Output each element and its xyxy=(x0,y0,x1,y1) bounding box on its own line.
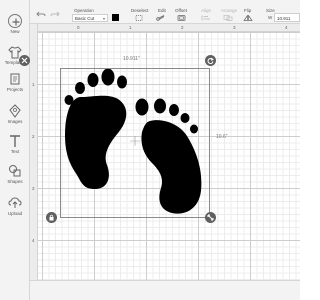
close-icon xyxy=(21,57,28,64)
ruler-tick: 2 xyxy=(181,25,184,30)
redo-icon[interactable] xyxy=(50,11,60,17)
ruler-tick: 2 xyxy=(32,134,35,139)
resize-icon xyxy=(207,214,214,221)
ruler-tick: 1 xyxy=(129,25,132,30)
ruler-tick: 1 xyxy=(32,82,35,87)
left-sidebar: New Templates Projects Images Text Shape… xyxy=(0,0,30,300)
vertical-ruler: 1 2 3 4 xyxy=(30,24,38,300)
selection-height-label: 10.6" xyxy=(216,134,228,140)
upload-icon xyxy=(8,197,22,208)
ruler-tick: 0 xyxy=(77,25,80,30)
flip-label: Flip xyxy=(244,8,252,13)
ruler-tick: 3 xyxy=(32,186,35,191)
deselect-label: Deselect xyxy=(131,8,149,13)
color-swatch[interactable] xyxy=(112,14,119,21)
sidebar-item-upload[interactable]: Upload xyxy=(0,196,30,222)
sidebar-item-shapes[interactable]: Shapes xyxy=(0,164,30,190)
ruler-tick: 3 xyxy=(233,25,236,30)
size-width-input[interactable]: 10.911 xyxy=(274,13,300,22)
delete-handle[interactable] xyxy=(19,55,30,66)
rotate-icon xyxy=(207,57,214,64)
size-width-prefix: W xyxy=(268,15,273,20)
align-label: Align xyxy=(201,8,212,13)
lock-handle[interactable] xyxy=(46,212,57,223)
sidebar-item-images[interactable]: Images xyxy=(0,104,30,130)
sidebar-item-label: Text xyxy=(10,149,20,154)
offset-icon[interactable] xyxy=(177,15,187,21)
horizontal-ruler: 0 1 2 3 4 xyxy=(30,24,300,32)
flip-icon[interactable] xyxy=(243,15,253,21)
top-toolbar: Operation Basic Cut ▾ Deselect Edit Offs… xyxy=(30,0,300,24)
sidebar-item-label: New xyxy=(10,29,20,34)
sidebar-item-label: Images xyxy=(7,119,23,124)
scissors-icon[interactable] xyxy=(156,15,166,21)
deselect-icon[interactable] xyxy=(134,15,144,21)
image-icon xyxy=(9,104,21,118)
shapes-icon xyxy=(9,165,21,177)
sidebar-item-label: Upload xyxy=(7,211,23,216)
rotate-handle[interactable] xyxy=(205,55,216,66)
resize-handle[interactable] xyxy=(205,212,216,223)
sidebar-item-projects[interactable]: Projects xyxy=(0,72,30,98)
operation-select[interactable]: Basic Cut ▾ xyxy=(72,14,108,22)
selection-box[interactable] xyxy=(60,68,210,218)
align-icon xyxy=(201,15,210,21)
projects-icon xyxy=(10,73,20,85)
arrange-label: Arrange xyxy=(221,8,238,13)
operation-label: Operation xyxy=(74,8,94,13)
text-icon xyxy=(10,135,20,147)
sidebar-item-label: Shapes xyxy=(7,179,23,184)
selection-width-label: 10.911" xyxy=(123,56,140,62)
operation-value: Basic Cut xyxy=(75,16,95,21)
ruler-tick: 4 xyxy=(32,238,35,243)
undo-icon[interactable] xyxy=(36,11,46,17)
ruler-tick: 4 xyxy=(285,25,288,30)
bottom-bar xyxy=(30,280,300,300)
offset-label: Offset xyxy=(175,8,187,13)
chevron-down-icon: ▾ xyxy=(102,16,105,21)
arrange-icon xyxy=(223,15,233,21)
lock-icon xyxy=(49,214,54,221)
sidebar-item-label: Projects xyxy=(6,87,24,92)
plus-icon xyxy=(8,14,22,28)
sidebar-item-text[interactable]: Text xyxy=(0,134,30,160)
sidebar-item-new[interactable]: New xyxy=(0,14,30,40)
edit-label: Edit xyxy=(158,8,166,13)
